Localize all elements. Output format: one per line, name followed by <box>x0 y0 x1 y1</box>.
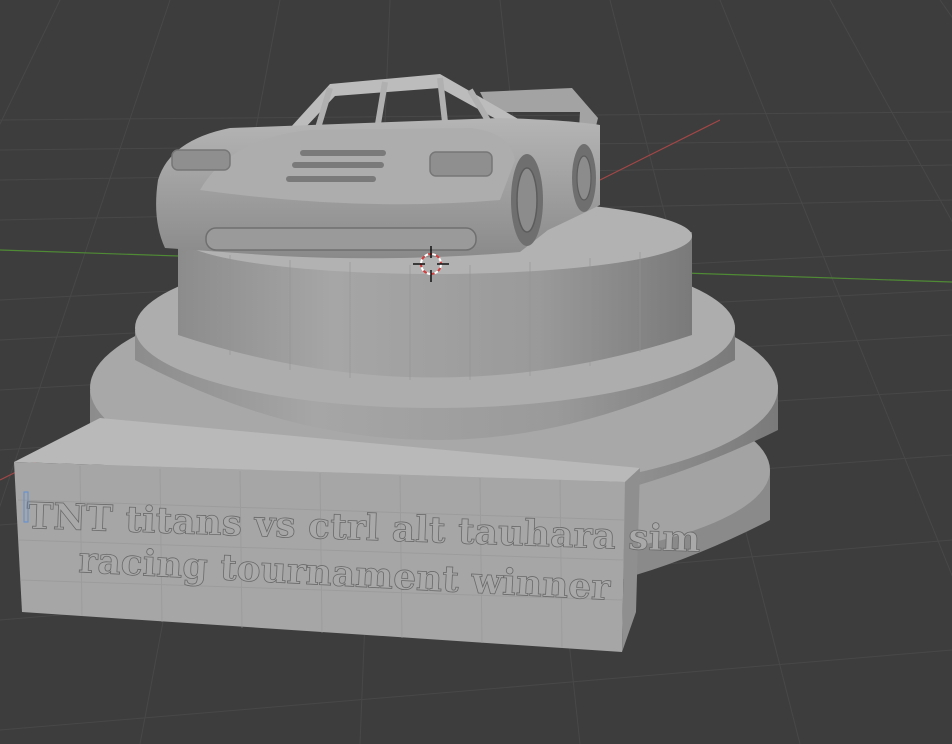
3d-viewport[interactable]: TNT titans vs ctrl alt tauhara sim racin… <box>0 0 952 744</box>
viewport-canvas[interactable]: TNT titans vs ctrl alt tauhara sim racin… <box>0 0 952 744</box>
car-model[interactable] <box>156 74 600 259</box>
